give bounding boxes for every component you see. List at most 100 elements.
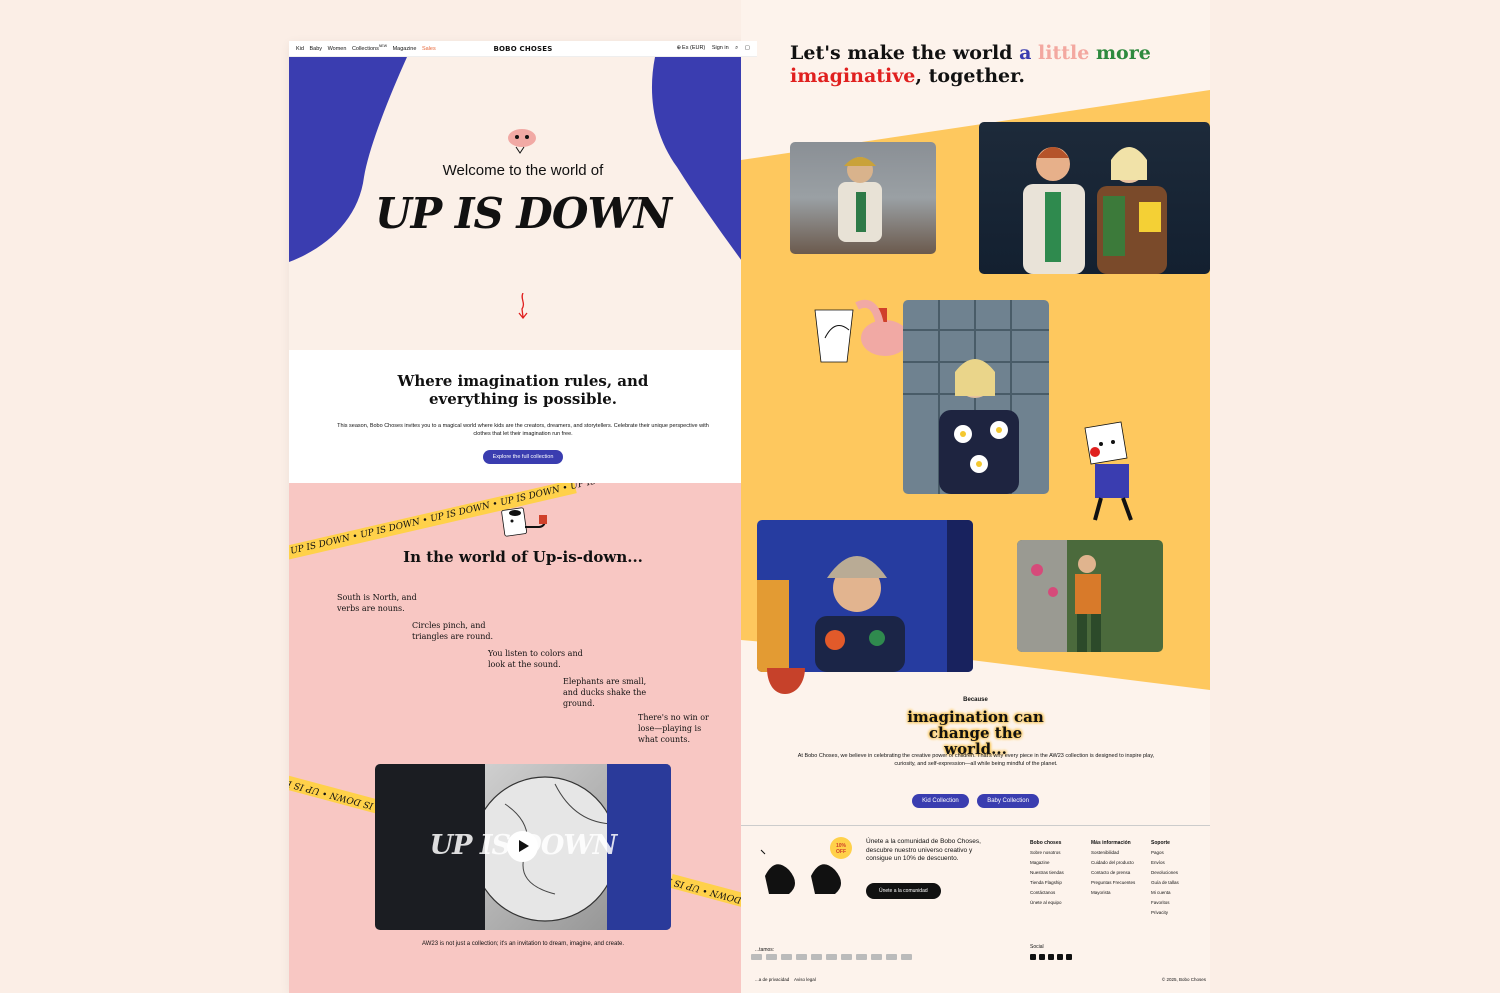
card-icon [781, 954, 792, 960]
top-nav: Kid Baby Women CollectionsNEW Magazine S… [289, 41, 757, 57]
legal-notice-link[interactable]: Aviso legal [794, 977, 816, 982]
hero-welcome: Welcome to the world of [442, 162, 604, 179]
kid-figure [838, 157, 882, 242]
baby-collection-button[interactable]: Baby Collection [977, 794, 1039, 808]
kid-figure-garden [1017, 540, 1101, 652]
join-community-button[interactable]: Únete a la comunidad [866, 883, 941, 899]
nav-link-women[interactable]: Women [328, 46, 347, 52]
photo-kid-garden [1017, 540, 1163, 652]
footer-link[interactable]: Contacto de prensa [1091, 870, 1130, 875]
video-caption: AW23 is not just a collection; it's an i… [421, 941, 625, 947]
intro-heading: Where imagination rules, and everything … [397, 372, 649, 408]
facebook-icon[interactable] [1030, 954, 1036, 960]
footer-link[interactable]: Pagos [1151, 850, 1164, 855]
card-icon [871, 954, 882, 960]
red-blob-icon [767, 668, 805, 694]
photo-kid-glass-blocks [903, 300, 1049, 494]
card-icon [751, 954, 762, 960]
verse-5: There's no win or lose—playing is what c… [638, 713, 709, 744]
collection-buttons: Kid Collection Baby Collection [741, 789, 1210, 808]
scroll-down-arrow-icon[interactable] [518, 293, 528, 319]
footer-col-title: Más información [1091, 840, 1131, 846]
video-player[interactable]: UP IS DOWN [375, 764, 671, 930]
social-label: Social [1030, 944, 1044, 950]
photo-kid-fleece [790, 142, 936, 254]
headline-imaginative: imaginative [790, 65, 916, 87]
nav-link-baby[interactable]: Baby [309, 46, 322, 52]
nav-link-collections[interactable]: CollectionsNEW [351, 44, 388, 53]
nav-link-magazine[interactable]: Magazine [393, 46, 417, 52]
nav-link-sales[interactable]: Sales [422, 46, 436, 52]
legal-links: ...a de privacidad Aviso legal [755, 977, 816, 982]
glass-character-icon [814, 299, 909, 363]
pink-heading: In the world of Up-is-down... [403, 548, 643, 566]
spotify-icon[interactable] [1057, 954, 1063, 960]
card-icon [796, 954, 807, 960]
payments-label: ...tamos: [755, 947, 775, 953]
instagram-icon[interactable] [1039, 954, 1045, 960]
footer-col-info: Más información Sostenibilidad Cuidado d… [1091, 838, 1135, 898]
headline-a: a [1019, 42, 1032, 64]
footer-link[interactable]: Privacity [1151, 910, 1168, 915]
privacy-link[interactable]: ...a de privacidad [755, 977, 789, 982]
intro-section: Where imagination rules, and everything … [289, 350, 757, 483]
play-button[interactable] [507, 831, 538, 862]
nav-link-kid[interactable]: Kid [296, 46, 304, 52]
explore-collection-button[interactable]: Explore the full collection [482, 450, 564, 464]
because-label: Because [963, 697, 988, 703]
footer: 10% OFF Únete a la comunidad de Bobo Cho… [741, 825, 1210, 993]
footer-link[interactable]: Devoluciones [1151, 870, 1178, 875]
footer-link[interactable]: Mi cuenta [1151, 890, 1171, 895]
footer-link[interactable]: Sostenibilidad [1091, 850, 1119, 855]
hero-title: UP IS DOWN [375, 189, 672, 238]
verse-3: You listen to colors and look at the sou… [488, 649, 583, 669]
locale-selector[interactable]: Es (EUR) [682, 45, 705, 51]
footer-link[interactable]: Cuidado del producto [1091, 860, 1134, 865]
community-text: Únete a la comunidad de Bobo Choses, des… [866, 838, 981, 862]
vimeo-icon[interactable] [1066, 954, 1072, 960]
kid-figure-flowers [903, 300, 1049, 494]
footer-link[interactable]: Tienda Flagship [1030, 880, 1062, 885]
copyright: © 2025, Bobo Choses [1161, 977, 1206, 982]
campaign-headline: Let's make the world a little more imagi… [790, 42, 1151, 88]
footer-link[interactable]: Preguntas Frecuentes [1091, 880, 1135, 885]
verse-1: South is North, and verbs are nouns. [337, 593, 417, 613]
brand-logo[interactable]: BOBO CHOSES [493, 45, 552, 53]
footer-col-bobo: Bobo choses Sobre nosotros Magazine Nues… [1030, 838, 1064, 908]
new-badge: NEW [378, 44, 388, 49]
cart-icon[interactable]: ▢ [745, 45, 750, 51]
photo-two-kids [979, 122, 1210, 274]
card-icon [826, 954, 837, 960]
imagination-heading: imagination can change the world... [907, 708, 1044, 758]
footer-link[interactable]: Favoritos [1151, 900, 1170, 905]
collections-label: Collections [351, 46, 379, 53]
card-icon [841, 954, 852, 960]
footer-link[interactable]: Contáctanos [1030, 890, 1055, 895]
payment-methods [751, 954, 912, 960]
footer-link[interactable]: Guía de tallas [1151, 880, 1179, 885]
paper-character-icon [1084, 421, 1133, 521]
kid-collection-button[interactable]: Kid Collection [912, 794, 969, 808]
signin-link[interactable]: Sign in [712, 45, 729, 51]
footer-link[interactable]: Envíos [1151, 860, 1165, 865]
search-icon[interactable]: ⌕ [735, 45, 738, 51]
card-icon [886, 954, 897, 960]
footer-link[interactable]: Magazine [1030, 860, 1050, 865]
campaign-body: At Bobo Choses, we believe in celebratin… [797, 753, 1155, 767]
footer-col-support: Soporte Pagos Envíos Devoluciones Guía d… [1151, 838, 1179, 918]
card-icon [766, 954, 777, 960]
footer-link[interactable]: Nuestras tiendas [1030, 870, 1064, 875]
footer-link[interactable]: Únete al equipo [1030, 900, 1062, 905]
card-icon [901, 954, 912, 960]
pinterest-icon[interactable] [1048, 954, 1054, 960]
kids-figures [1023, 147, 1167, 274]
verse-4: Elephants are small, and ducks shake the… [563, 677, 647, 708]
footer-link[interactable]: Mayorista [1091, 890, 1111, 895]
globe-icon[interactable]: ⊕ [676, 45, 681, 51]
headline-little: little [1031, 42, 1090, 64]
nav-links: Kid Baby Women CollectionsNEW Magazine S… [296, 45, 440, 53]
footer-link[interactable]: Sobre nosotros [1030, 850, 1061, 855]
landing-page-panel: Kid Baby Women CollectionsNEW Magazine S… [289, 41, 757, 993]
verse-2: Circles pinch, and triangles are round. [412, 621, 494, 641]
headline-end: , together. [915, 65, 1026, 87]
